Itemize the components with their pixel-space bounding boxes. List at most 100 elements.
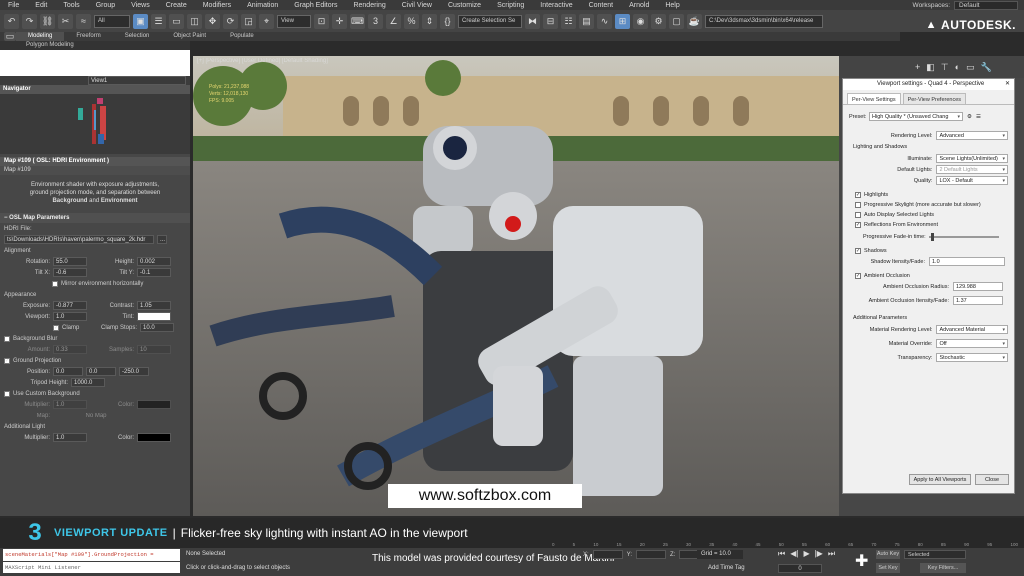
window-crossing-icon[interactable]: ◫ — [187, 13, 202, 29]
preset-menu-icon[interactable]: ☰ — [976, 114, 981, 120]
align-icon[interactable]: ⊟ — [543, 13, 558, 29]
y-field[interactable] — [636, 550, 667, 559]
render-icon[interactable]: ☕ — [687, 13, 702, 29]
menu-customize[interactable]: Customize — [440, 2, 489, 9]
goto-end-icon[interactable]: ⏭ — [828, 549, 835, 559]
edit-named-sets-icon[interactable]: {} — [440, 13, 455, 29]
map-name-field[interactable]: Map #109 — [0, 166, 190, 175]
ribbon-toggle-icon[interactable]: ▭ — [4, 31, 16, 41]
reference-coord-dropdown[interactable]: View — [277, 14, 311, 28]
rect-selection-icon[interactable]: ▭ — [169, 13, 184, 29]
position-x[interactable]: 0.0 — [53, 367, 83, 376]
modify-tab-icon[interactable]: ◧ — [926, 62, 935, 73]
spinner-snap-icon[interactable]: ⇕ — [422, 13, 437, 29]
undo-icon[interactable]: ↶ — [4, 13, 19, 29]
menu-help[interactable]: Help — [657, 2, 687, 9]
select-object-icon[interactable]: ▣ — [133, 13, 148, 29]
mat-level-dropdown[interactable]: Advanced Material — [936, 325, 1008, 334]
scene-explorer-icon[interactable]: ▤ — [579, 13, 594, 29]
view-dropdown[interactable]: View1 — [88, 76, 186, 85]
pivot-icon[interactable]: ⊡ — [314, 13, 329, 29]
default-lights-dropdown[interactable]: 2 Default Lights — [936, 165, 1008, 174]
mirror-icon[interactable]: ⧓ — [525, 13, 540, 29]
custom-bg-checkbox[interactable] — [4, 390, 10, 397]
viewport-spinner[interactable]: 1.0 — [53, 312, 87, 321]
menu-scripting[interactable]: Scripting — [489, 2, 532, 9]
set-key-button[interactable]: Set Key — [876, 563, 900, 573]
play-icon[interactable]: ▶ — [803, 549, 809, 559]
motion-tab-icon[interactable]: ◐ — [955, 62, 960, 72]
color2-swatch[interactable] — [137, 433, 171, 442]
material-editor-icon[interactable]: ◉ — [633, 13, 648, 29]
unlink-icon[interactable]: ✂ — [58, 13, 73, 29]
shadows-checkbox[interactable]: ✓ — [855, 248, 861, 254]
tab-freeform[interactable]: Freeform — [64, 32, 112, 41]
navigator-view[interactable] — [0, 94, 190, 154]
current-frame-field[interactable]: 0 — [778, 564, 822, 573]
tab-selection[interactable]: Selection — [113, 32, 162, 41]
tab-per-view-settings[interactable]: Per-View Settings — [847, 93, 901, 104]
next-frame-icon[interactable]: |▶ — [815, 549, 823, 559]
mult2-spinner[interactable]: 1.0 — [53, 433, 87, 442]
placement-icon[interactable]: ⌖ — [259, 13, 274, 29]
color-swatch[interactable] — [137, 400, 171, 409]
reflections-checkbox[interactable]: ✓ — [855, 222, 861, 228]
viewport-label[interactable]: [+] [Perspective] [User Defined] [Defaul… — [197, 58, 328, 64]
prog-fade-slider[interactable] — [928, 233, 999, 241]
contrast-spinner[interactable]: 1.05 — [137, 301, 171, 310]
select-manipulate-icon[interactable]: ✛ — [332, 13, 347, 29]
menu-rendering[interactable]: Rendering — [345, 2, 393, 9]
shadow-int-spinner[interactable]: 1.0 — [929, 257, 1005, 266]
snaps-toggle-icon[interactable]: 3 — [368, 13, 383, 29]
ground-checkbox[interactable]: ✓ — [4, 357, 10, 364]
tilty-spinner[interactable]: -0.1 — [137, 268, 171, 277]
prev-frame-icon[interactable]: ◀| — [790, 549, 798, 559]
highlights-checkbox[interactable]: ✓ — [855, 192, 861, 198]
auto-display-checkbox[interactable] — [855, 212, 861, 218]
key-mode-dropdown[interactable]: Selected — [904, 550, 966, 559]
menu-tools[interactable]: Tools — [55, 2, 87, 9]
ribbon-polygon-modeling[interactable]: Polygon Modeling — [0, 41, 190, 50]
display-tab-icon[interactable]: ▭ — [966, 62, 975, 73]
menu-animation[interactable]: Animation — [239, 2, 286, 9]
clamp-checkbox[interactable]: ✓ — [53, 324, 59, 331]
osl-params-header[interactable]: − OSL Map Parameters — [0, 213, 190, 223]
ao-int-spinner[interactable]: 1.37 — [953, 296, 1003, 305]
exposure-spinner[interactable]: -0.877 — [53, 301, 87, 310]
browse-button[interactable]: ... — [157, 235, 167, 244]
tab-modeling[interactable]: Modeling — [16, 32, 65, 41]
mirror-checkbox[interactable] — [52, 280, 58, 287]
utilities-tab-icon[interactable]: 🔧 — [981, 62, 992, 73]
position-y[interactable]: 0.0 — [86, 367, 116, 376]
move-icon[interactable]: ✥ — [205, 13, 220, 29]
add-time-tag[interactable]: Add Time Tag — [708, 565, 745, 571]
close-button[interactable]: Close — [975, 474, 1009, 485]
menu-edit[interactable]: Edit — [27, 2, 55, 9]
tint-swatch[interactable] — [137, 312, 171, 321]
render-frame-icon[interactable]: ▢ — [669, 13, 684, 29]
prog-sky-checkbox[interactable] — [855, 202, 861, 208]
auto-key-button[interactable]: Auto Key — [876, 550, 900, 559]
hierarchy-tab-icon[interactable]: ⊤ — [941, 62, 949, 73]
timeline-ruler[interactable]: 0 5 10 15 20 25 30 35 40 45 50 55 60 65 70 75 80 85 90 95 10… — [552, 542, 1018, 548]
key-filters-button[interactable]: Key Filters... — [920, 563, 966, 573]
bind-space-warp-icon[interactable]: ≈ — [76, 13, 91, 29]
perspective-viewport[interactable]: [+] [Perspective] [User Defined] [Defaul… — [193, 56, 839, 516]
menu-create[interactable]: Create — [158, 2, 195, 9]
create-tab-icon[interactable]: + — [915, 62, 920, 72]
no-map-button[interactable]: No Map — [53, 413, 139, 419]
render-level-dropdown[interactable]: Advanced — [936, 131, 1008, 140]
menu-modifiers[interactable]: Modifiers — [195, 2, 239, 9]
maxscript-output[interactable]: sceneMaterials["Map #109"].GroundProject… — [3, 549, 180, 561]
tab-per-view-preferences[interactable]: Per-View Preferences — [902, 93, 967, 104]
schematic-view-icon[interactable]: ⊞ — [615, 13, 630, 29]
multiplier-spinner[interactable]: 1.0 — [53, 400, 87, 409]
menu-interactive[interactable]: Interactive — [532, 2, 580, 9]
tiltx-spinner[interactable]: -0.6 — [53, 268, 87, 277]
bg-blur-checkbox[interactable] — [4, 335, 10, 342]
workspaces-dropdown[interactable]: Default — [954, 0, 1018, 10]
select-by-name-icon[interactable]: ☰ — [151, 13, 166, 29]
amount-spinner[interactable]: 0.33 — [53, 345, 87, 354]
add-key-icon[interactable]: ✚ — [855, 551, 868, 571]
menu-arnold[interactable]: Arnold — [621, 2, 657, 9]
